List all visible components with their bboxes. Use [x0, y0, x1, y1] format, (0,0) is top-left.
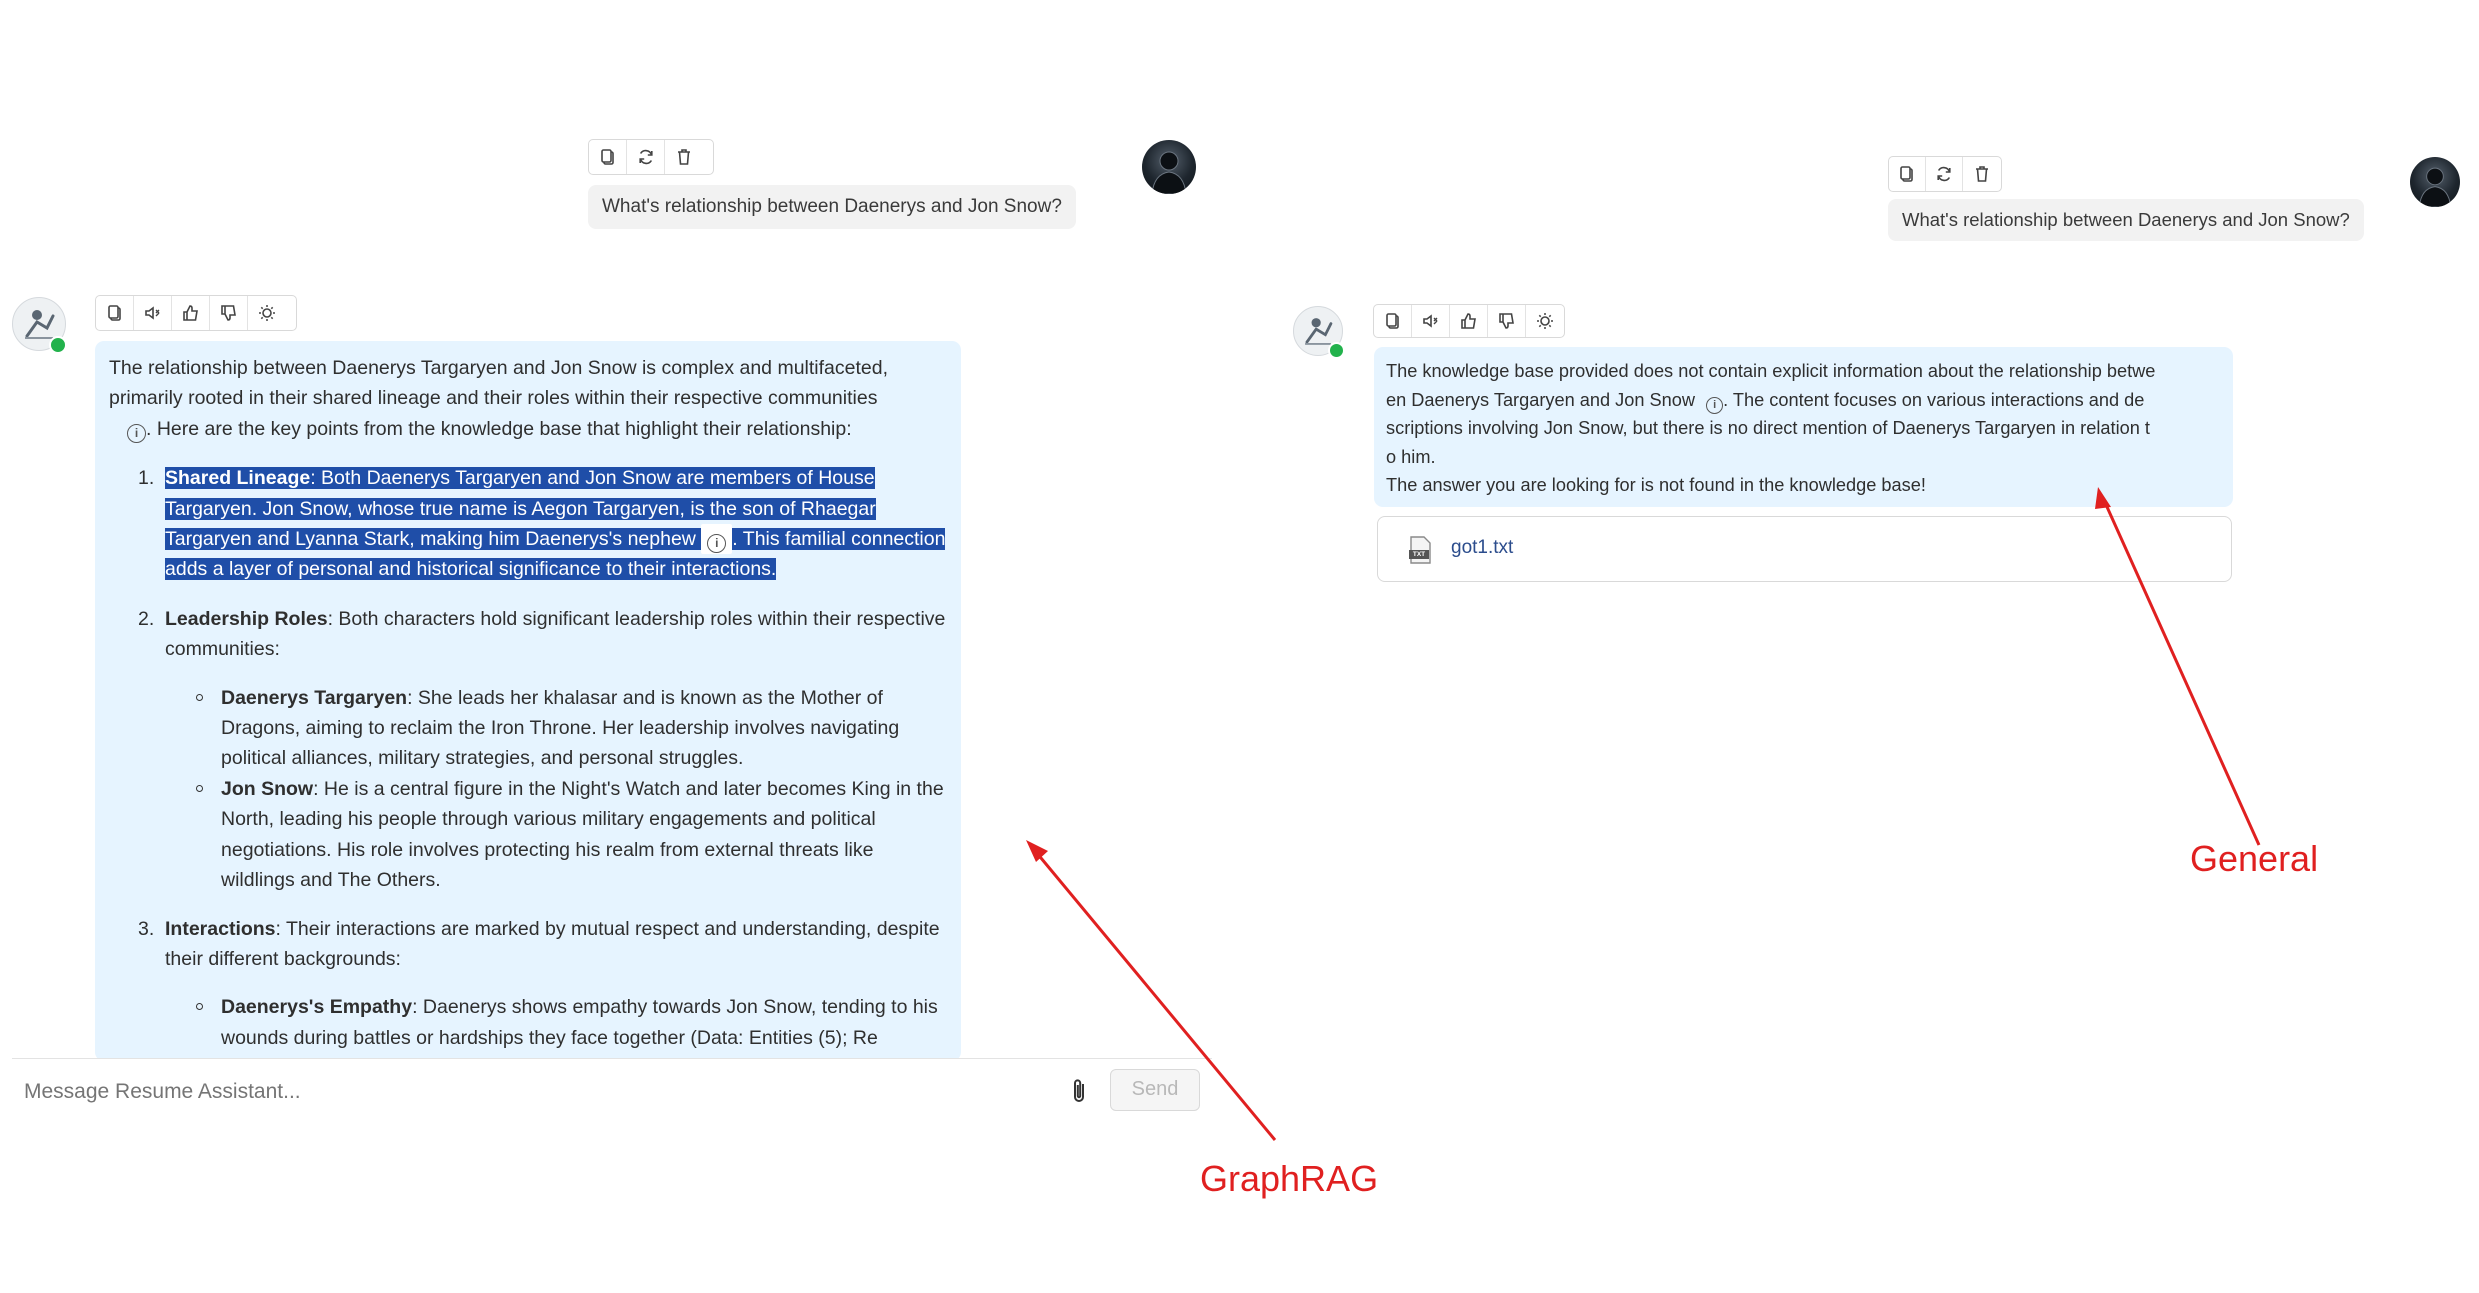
file-attachment[interactable]: TXT got1.txt	[1377, 516, 2232, 582]
thumbs-down-icon	[220, 305, 236, 321]
read-aloud-button[interactable]	[1412, 305, 1450, 337]
copy-button[interactable]	[96, 296, 134, 330]
copy-button[interactable]	[1374, 305, 1412, 337]
dislike-button[interactable]	[1488, 305, 1526, 337]
answer-toolbar-right	[1373, 304, 1565, 338]
info-icon[interactable]: i	[1706, 396, 1724, 414]
attach-button[interactable]	[1067, 1077, 1093, 1107]
refresh-icon	[638, 149, 653, 165]
send-button[interactable]: Send	[1110, 1069, 1200, 1111]
file-name-link[interactable]: got1.txt	[1451, 537, 1513, 559]
regenerate-button[interactable]	[627, 140, 665, 174]
copy-button[interactable]	[589, 140, 627, 174]
copy-icon	[107, 305, 121, 321]
online-status-dot	[1328, 342, 1345, 359]
answer-bubble-graphrag: The relationship between Daenerys Targar…	[95, 341, 961, 1061]
user-message-right: What's relationship between Daenerys and…	[1888, 199, 2364, 241]
avatar	[1142, 140, 1196, 194]
list-item: Jon Snow: He is a central figure in the …	[165, 774, 947, 896]
insight-button[interactable]	[1526, 305, 1564, 337]
user-message-toolbar-left	[588, 139, 714, 175]
copy-icon	[600, 149, 614, 165]
answer-toolbar-left	[95, 295, 297, 331]
like-button[interactable]	[172, 296, 210, 330]
user-message-left: What's relationship between Daenerys and…	[588, 185, 1076, 229]
speaker-icon	[144, 306, 159, 320]
graphrag-label: GraphRAG	[1200, 1158, 1379, 1199]
thumbs-up-icon	[1460, 313, 1476, 329]
copy-icon	[1900, 166, 1913, 182]
graphrag-arrowhead	[1026, 840, 1048, 862]
refresh-icon	[1937, 166, 1951, 182]
list-item: 2. Leadership Roles: Both characters hol…	[109, 604, 947, 896]
info-icon[interactable]: i	[707, 534, 727, 554]
message-composer: Send	[12, 1058, 1212, 1124]
message-input[interactable]	[22, 1071, 1026, 1113]
answer-bubble-general: The knowledge base provided does not con…	[1374, 347, 2233, 507]
dislike-button[interactable]	[210, 296, 248, 330]
lightbulb-icon	[259, 305, 275, 321]
answer-intro: The relationship between Daenerys Targar…	[109, 353, 947, 444]
list-item: Daenerys Targaryen: She leads her khalas…	[165, 683, 947, 774]
trash-icon	[1975, 166, 1988, 182]
regenerate-button[interactable]	[1926, 157, 1963, 191]
read-aloud-button[interactable]	[134, 296, 172, 330]
list-item: Daenerys's Empathy: Daenerys shows empat…	[165, 992, 947, 1053]
lightbulb-icon	[1537, 313, 1553, 329]
thumbs-down-icon	[1498, 313, 1514, 329]
general-label: General	[2190, 838, 2319, 879]
like-button[interactable]	[1450, 305, 1488, 337]
online-status-dot	[49, 336, 67, 354]
file-icon: TXT	[1408, 536, 1432, 564]
copy-icon	[1385, 313, 1399, 329]
insight-button[interactable]	[248, 296, 286, 330]
delete-button[interactable]	[1963, 157, 2000, 191]
info-icon[interactable]: i	[127, 423, 146, 443]
paperclip-icon	[1074, 1079, 1084, 1102]
delete-button[interactable]	[665, 140, 703, 174]
speaker-icon	[1422, 314, 1437, 328]
list-item: 1. Shared Lineage: Both Daenerys Targary…	[138, 467, 946, 581]
thumbs-up-icon	[182, 305, 198, 321]
trash-icon	[678, 149, 690, 165]
avatar	[2410, 157, 2460, 207]
user-message-toolbar-right	[1888, 156, 2002, 192]
list-item: 3. Interactions: Their interactions are …	[109, 914, 947, 1054]
copy-button[interactable]	[1889, 157, 1926, 191]
